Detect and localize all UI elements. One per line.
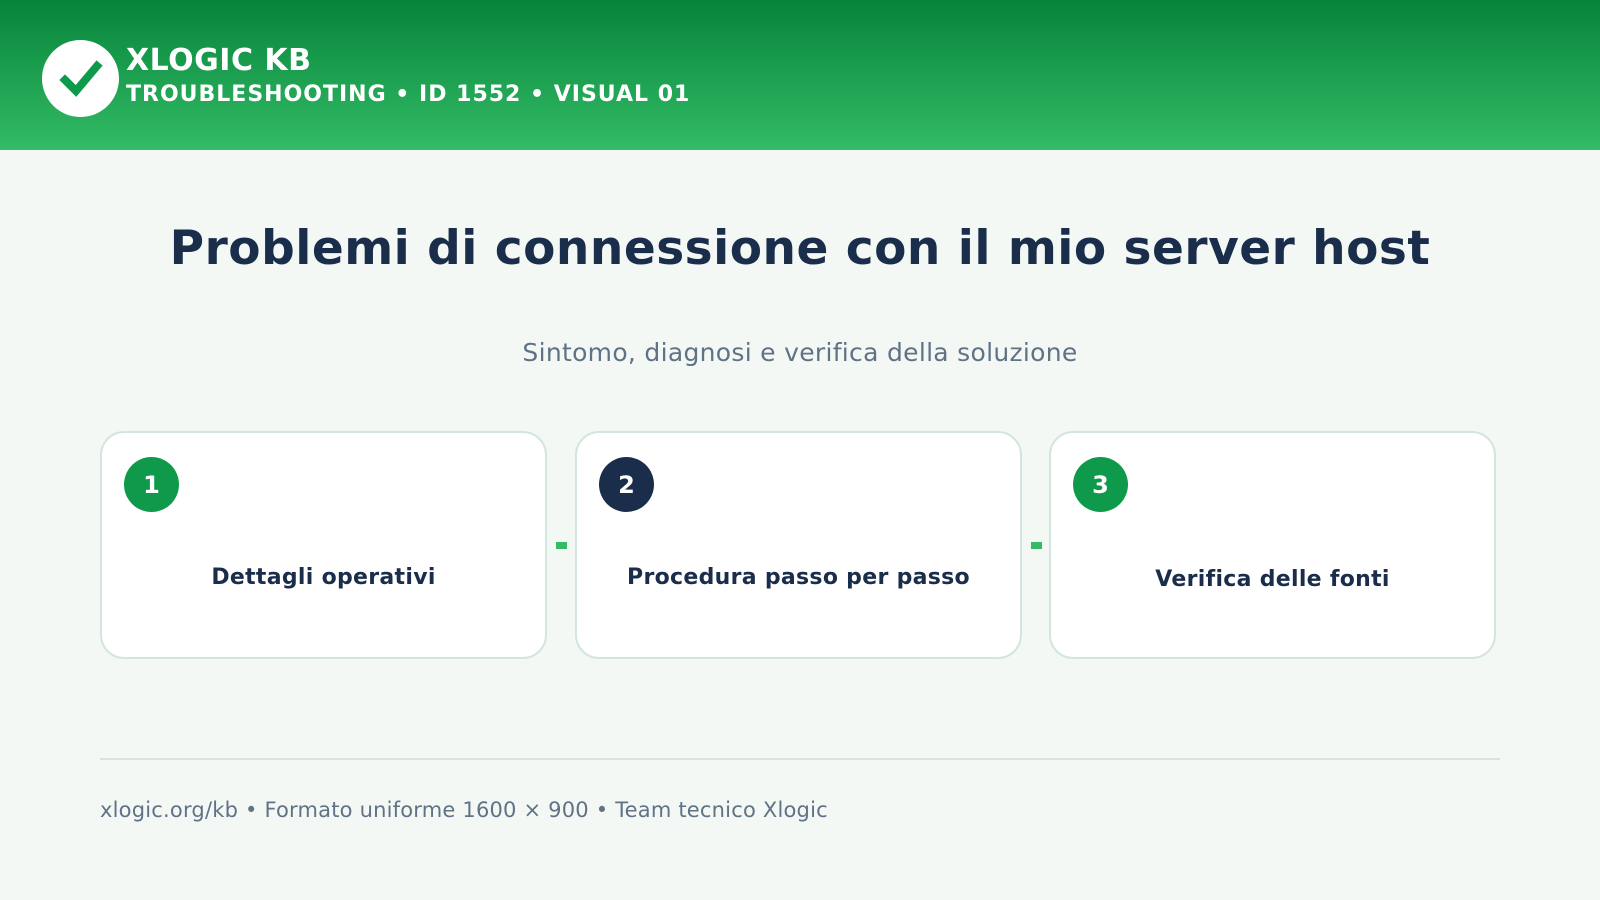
step-label-1: Dettagli operativi	[211, 565, 436, 590]
step-card-3: 3 Verifica delle fonti	[1049, 431, 1496, 659]
step-label-2: Procedura passo per passo	[627, 565, 970, 590]
header-banner: XLOGIC KB TROUBLESHOOTING • ID 1552 • VI…	[0, 0, 1600, 150]
step-connector-1	[556, 542, 567, 549]
footer-text: xlogic.org/kb • Formato uniforme 1600 × …	[100, 798, 828, 822]
step-number-badge-3: 3	[1073, 457, 1128, 512]
page-subtitle: Sintomo, diagnosi e verifica della soluz…	[522, 338, 1078, 367]
logo-badge	[42, 40, 119, 117]
checkmark-icon	[58, 59, 103, 97]
footer-divider	[100, 758, 1500, 760]
step-card-2: 2 Procedura passo per passo	[575, 431, 1022, 659]
step-number-badge-1: 1	[124, 457, 179, 512]
step-number-badge-2: 2	[599, 457, 654, 512]
step-connector-2	[1031, 542, 1042, 549]
step-card-1: 1 Dettagli operativi	[100, 431, 547, 659]
page-title: Problemi di connessione con il mio serve…	[169, 221, 1431, 276]
step-label-3: Verifica delle fonti	[1155, 567, 1390, 592]
brand-subtitle: TROUBLESHOOTING • ID 1552 • VISUAL 01	[126, 82, 691, 107]
brand-title: XLOGIC KB	[126, 43, 312, 78]
